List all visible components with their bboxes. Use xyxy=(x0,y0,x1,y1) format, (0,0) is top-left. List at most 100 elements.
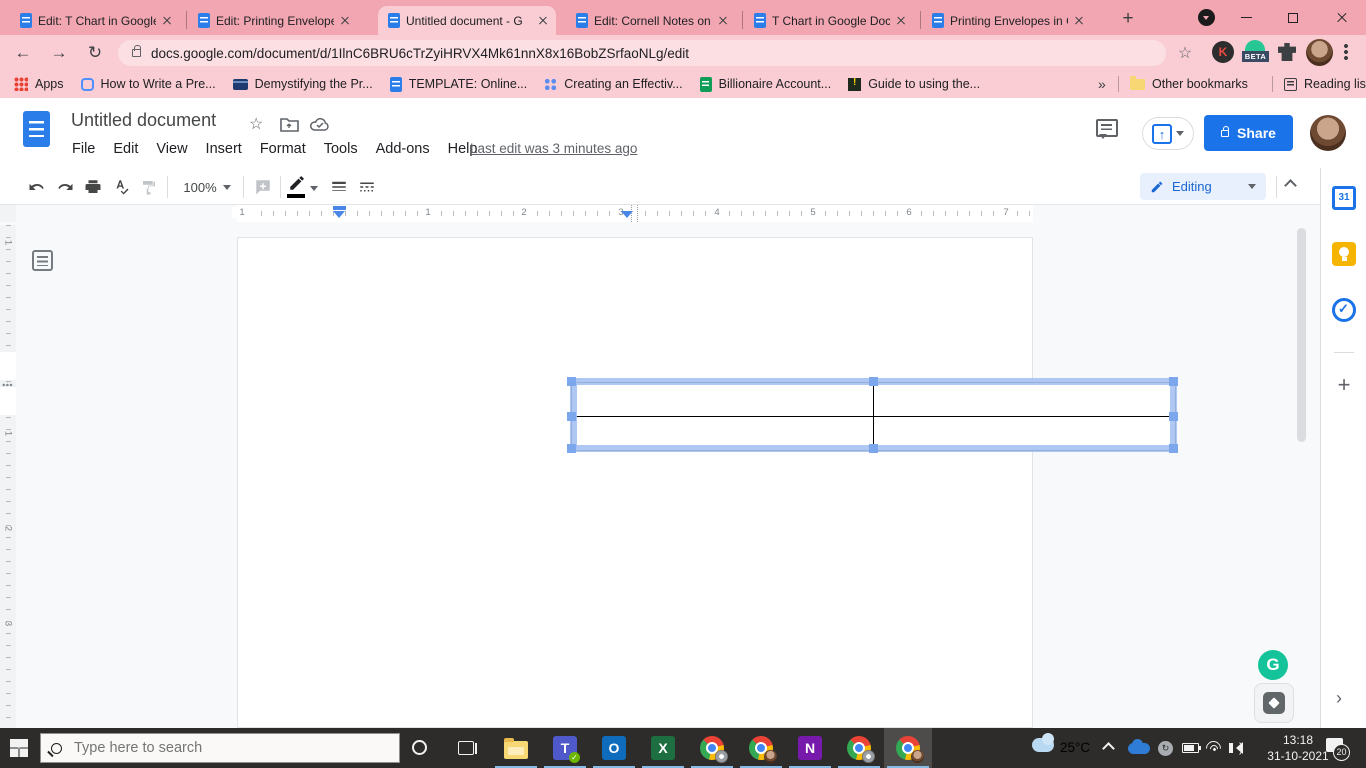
row-resize-grip[interactable] xyxy=(2,382,13,387)
selection-handle[interactable] xyxy=(1169,412,1178,421)
document-table[interactable] xyxy=(571,382,1176,451)
tab-close-icon[interactable] xyxy=(896,16,906,26)
tray-expand-chevron[interactable] xyxy=(1102,742,1115,755)
spell-check-button[interactable] xyxy=(108,174,134,200)
star-document-icon[interactable]: ☆ xyxy=(249,114,263,134)
zoom-control[interactable]: 100% xyxy=(178,174,236,200)
temperature-label[interactable]: 25°C xyxy=(1060,740,1090,755)
horizontal-ruler[interactable]: 1 1 2 3 4 5 6 7 xyxy=(232,205,1033,224)
grammarly-button[interactable]: G xyxy=(1258,650,1288,680)
bookmark-item[interactable]: Guide to using the... xyxy=(848,77,980,91)
vertical-scrollbar[interactable] xyxy=(1297,228,1306,442)
menu-insert[interactable]: Insert xyxy=(197,138,251,160)
chevron-down-icon[interactable] xyxy=(310,186,318,195)
presentation-button[interactable]: ↑ xyxy=(1142,117,1194,150)
secure-lock-icon[interactable] xyxy=(132,45,141,57)
notification-count-badge[interactable]: 20 xyxy=(1333,744,1350,761)
address-bar[interactable]: docs.google.com/document/d/1IlnC6BRU6cTr… xyxy=(118,40,1166,66)
add-addon-button[interactable]: + xyxy=(1332,372,1356,398)
other-bookmarks-button[interactable]: Other bookmarks xyxy=(1130,75,1248,91)
tab-4[interactable]: Edit: Cornell Notes on xyxy=(566,6,736,35)
undo-button[interactable] xyxy=(24,174,50,200)
back-button[interactable]: ← xyxy=(10,40,36,66)
border-dash-button[interactable] xyxy=(354,174,380,200)
tab-3-active[interactable]: Untitled document - G xyxy=(378,6,556,35)
vertical-ruler[interactable]: 1 1 2 3 xyxy=(0,225,16,728)
taskbar-outlook[interactable]: O xyxy=(590,728,638,768)
taskbar-teams[interactable]: T ✓ xyxy=(541,728,589,768)
menu-format[interactable]: Format xyxy=(251,138,315,160)
first-line-indent-marker[interactable] xyxy=(333,206,346,210)
taskbar-excel[interactable]: X xyxy=(639,728,687,768)
new-tab-button[interactable]: + xyxy=(1116,8,1140,32)
editing-mode-button[interactable]: Editing xyxy=(1140,173,1266,200)
browser-menu-icon[interactable] xyxy=(1344,43,1348,61)
keep-icon[interactable] xyxy=(1332,242,1356,266)
volume-icon[interactable] xyxy=(1229,740,1243,755)
wifi-icon[interactable] xyxy=(1206,741,1223,755)
share-button[interactable]: Share xyxy=(1204,115,1293,151)
docs-logo-icon[interactable] xyxy=(23,111,50,147)
column-boundary-marker[interactable] xyxy=(621,211,633,224)
extension-beta-icon[interactable]: BETA xyxy=(1242,40,1269,64)
border-width-button[interactable] xyxy=(326,174,352,200)
weather-icon[interactable] xyxy=(1032,732,1054,752)
reload-button[interactable]: ↻ xyxy=(82,40,108,66)
show-outline-button[interactable] xyxy=(32,250,53,271)
minimize-button[interactable] xyxy=(1226,0,1266,35)
move-folder-icon[interactable] xyxy=(280,117,299,132)
selection-handle[interactable] xyxy=(567,377,576,386)
onedrive-icon[interactable] xyxy=(1128,739,1150,754)
selection-handle[interactable] xyxy=(869,444,878,453)
menu-edit[interactable]: Edit xyxy=(104,138,147,160)
selection-handle[interactable] xyxy=(1169,444,1178,453)
print-button[interactable] xyxy=(80,174,106,200)
tab-close-icon[interactable] xyxy=(162,16,172,26)
reading-list-button[interactable]: Reading list xyxy=(1284,77,1366,91)
bookmark-item[interactable]: Demystifying the Pr... xyxy=(232,77,373,91)
selection-handle[interactable] xyxy=(567,444,576,453)
forward-button[interactable]: → xyxy=(46,40,72,66)
table-row-band[interactable] xyxy=(0,352,16,380)
menu-view[interactable]: View xyxy=(147,138,196,160)
explore-button[interactable] xyxy=(1254,683,1294,723)
cortana-icon[interactable] xyxy=(412,740,427,755)
tab-1[interactable]: Edit: T Chart in Google xyxy=(10,6,180,35)
bookmark-item[interactable]: Billionaire Account... xyxy=(699,76,831,92)
comment-history-icon[interactable] xyxy=(1096,119,1118,139)
tab-2[interactable]: Edit: Printing Envelope xyxy=(186,6,358,35)
collapse-toolbar-chevron[interactable] xyxy=(1284,179,1297,192)
last-edit-link[interactable]: Last edit was 3 minutes ago xyxy=(470,141,637,156)
taskbar-search[interactable] xyxy=(40,733,400,763)
taskbar-chrome-3[interactable] xyxy=(835,728,883,768)
search-input[interactable] xyxy=(74,740,354,756)
account-avatar[interactable] xyxy=(1310,115,1346,151)
taskbar-file-explorer[interactable] xyxy=(492,728,540,768)
border-color-button[interactable] xyxy=(284,170,310,196)
maximize-button[interactable] xyxy=(1273,0,1313,35)
tasks-icon[interactable] xyxy=(1332,298,1356,322)
tab-5[interactable]: T Chart in Google Doc xyxy=(742,6,914,35)
taskbar-chrome-1[interactable] xyxy=(688,728,736,768)
bookmark-star-button[interactable]: ☆ xyxy=(1172,40,1198,66)
bookmark-item[interactable]: How to Write a Pre... xyxy=(80,77,216,91)
taskbar-onenote[interactable]: N xyxy=(786,728,834,768)
bookmark-item[interactable]: TEMPLATE: Online... xyxy=(389,76,527,92)
add-comment-button[interactable] xyxy=(250,174,276,200)
bookmark-item[interactable]: Creating an Effectiv... xyxy=(544,77,683,91)
calendar-icon[interactable]: 31 xyxy=(1332,186,1356,210)
tab-6[interactable]: Printing Envelopes in C xyxy=(920,6,1092,35)
selection-handle[interactable] xyxy=(869,377,878,386)
sync-icon[interactable]: ↻ xyxy=(1158,741,1173,756)
document-title[interactable]: Untitled document xyxy=(71,110,216,131)
tab-close-icon[interactable] xyxy=(340,16,350,26)
extension-k-icon[interactable]: K xyxy=(1212,41,1234,63)
close-window-button[interactable] xyxy=(1322,0,1362,35)
bookmarks-overflow-chevron[interactable]: » xyxy=(1098,76,1106,92)
paint-format-button[interactable] xyxy=(136,174,162,200)
selection-handle[interactable] xyxy=(1169,377,1178,386)
tab-close-icon[interactable] xyxy=(1074,16,1084,26)
table-row-band[interactable] xyxy=(0,387,16,415)
table-cell-r1c2[interactable] xyxy=(873,383,1175,417)
tab-close-icon[interactable] xyxy=(538,16,548,26)
